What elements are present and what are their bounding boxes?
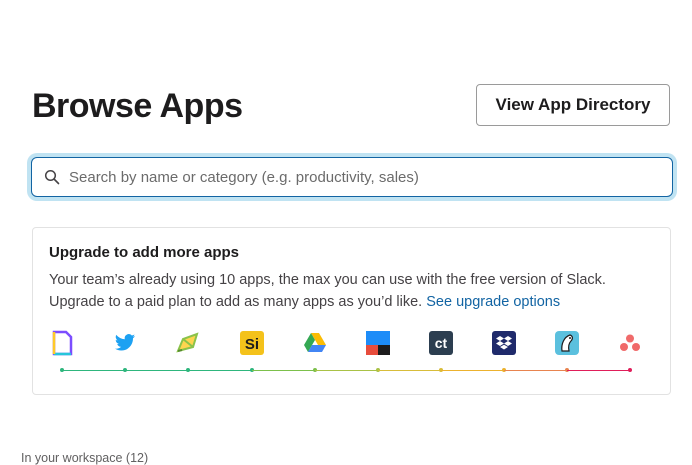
si-app-icon[interactable]: Si xyxy=(239,330,265,356)
track-segment xyxy=(252,370,315,371)
svg-text:Si: Si xyxy=(245,336,259,353)
track-segment xyxy=(567,370,630,371)
document-app-icon[interactable] xyxy=(49,330,75,356)
google-drive-icon[interactable] xyxy=(302,330,328,356)
track-segment xyxy=(504,370,567,371)
dropbox-icon[interactable] xyxy=(491,330,517,356)
search-icon xyxy=(44,169,60,185)
track-segment xyxy=(62,370,125,371)
asana-icon[interactable] xyxy=(617,330,643,356)
twitter-icon[interactable] xyxy=(112,330,138,356)
board-app-icon[interactable] xyxy=(365,330,391,356)
app-icon-row: Si ct xyxy=(49,330,649,378)
ct-app-icon[interactable]: ct xyxy=(428,330,454,356)
track-segment xyxy=(315,370,378,371)
see-upgrade-options-link[interactable]: See upgrade options xyxy=(426,294,560,310)
workspace-apps-heading: In your workspace (12) xyxy=(21,451,149,465)
svg-text:ct: ct xyxy=(435,335,448,351)
page-title: Browse Apps xyxy=(32,87,243,125)
upgrade-card-title: Upgrade to add more apps xyxy=(49,244,240,261)
track-segment xyxy=(125,370,188,371)
track-segment xyxy=(441,370,504,371)
search-input[interactable] xyxy=(69,165,672,189)
track-dot xyxy=(628,368,632,372)
app-usage-track xyxy=(49,368,649,374)
upgrade-card: Upgrade to add more apps Your team’s alr… xyxy=(32,227,671,395)
search-box[interactable] xyxy=(31,157,673,197)
bird-app-icon[interactable] xyxy=(554,330,580,356)
view-app-directory-button[interactable]: View App Directory xyxy=(476,84,670,126)
track-segment xyxy=(378,370,441,371)
track-segment xyxy=(188,370,252,371)
upgrade-card-text: Your team’s already using 10 apps, the m… xyxy=(49,269,649,313)
pencil-app-icon[interactable] xyxy=(175,330,201,356)
